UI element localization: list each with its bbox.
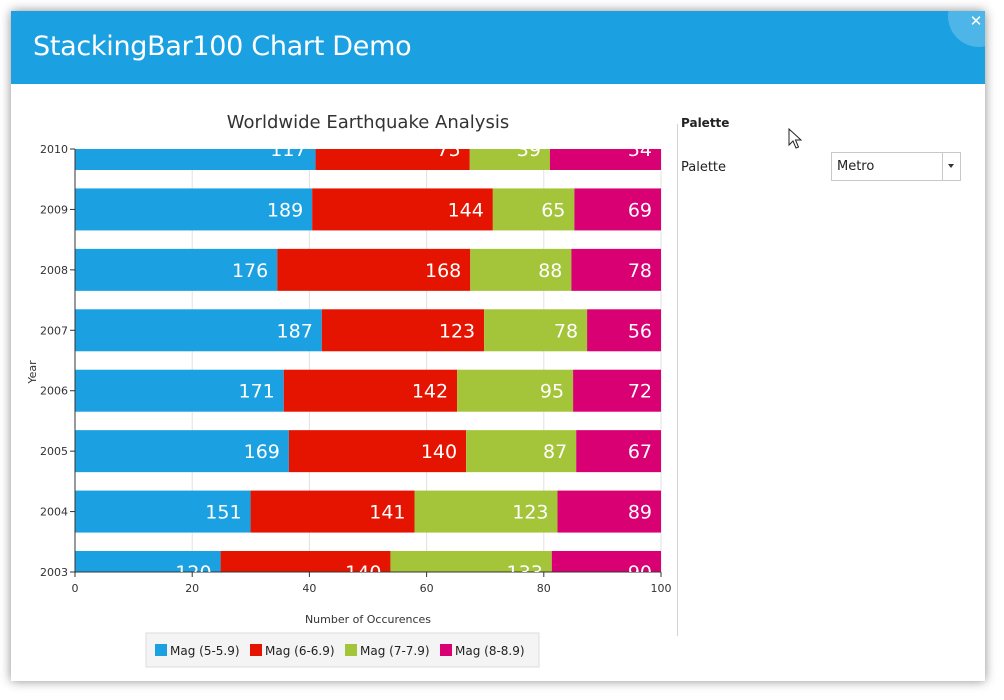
- legend-swatch: [345, 644, 357, 656]
- demo-window: StackingBar100 Chart Demo ✕ 0 20 40 60 80 100…: [11, 11, 985, 681]
- mouse-pointer-icon: [788, 128, 802, 149]
- y-tick-label: 2008: [40, 264, 68, 277]
- chart-title: Worldwide Earthquake Analysis: [227, 112, 509, 133]
- y-axis-title: Year: [26, 360, 39, 385]
- legend-swatch: [250, 644, 262, 656]
- palette-label: Palette: [681, 160, 727, 175]
- bar-value-label: 95: [540, 381, 564, 403]
- y-tick-label: 2005: [40, 445, 68, 458]
- panel-divider: [677, 124, 678, 636]
- bar-value-label: 151: [205, 502, 241, 524]
- bar-value-label: 133: [507, 562, 543, 584]
- x-axis-title: Number of Occurences: [305, 613, 431, 626]
- y-tick-label: 2010: [40, 143, 68, 156]
- bar-value-label: 78: [628, 260, 652, 282]
- bar-value-label: 168: [425, 260, 461, 282]
- y-tick-label: 2003: [40, 566, 68, 579]
- bar-value-label: 140: [421, 441, 457, 463]
- bar-value-label: 142: [412, 381, 448, 403]
- bar-value-label: 189: [267, 199, 303, 221]
- y-tick-label: 2009: [40, 203, 68, 216]
- bar-value-label: 169: [244, 441, 280, 463]
- close-button[interactable]: ✕: [948, 11, 985, 47]
- palette-selected-value: Metro: [837, 159, 875, 174]
- chart-area: 0 20 40 60 80 100 2003 2004 2005 2006 2007 2008 2009…: [11, 84, 676, 681]
- bar-value-label: 56: [628, 320, 652, 342]
- y-tick-label: 2006: [40, 385, 68, 398]
- bar-value-label: 90: [628, 562, 652, 584]
- bar-value-label: 67: [628, 441, 652, 463]
- bar-value-label: 187: [277, 320, 313, 342]
- legend-label: Mag (6-6.9): [265, 644, 335, 658]
- settings-header: Palette: [681, 116, 730, 130]
- x-tick-label: 80: [537, 582, 551, 595]
- legend-label: Mag (8-8.9): [455, 644, 525, 658]
- legend-label: Mag (7-7.9): [360, 644, 430, 658]
- legend-label: Mag (5-5.9): [170, 644, 240, 658]
- y-tick-label: 2004: [40, 506, 68, 519]
- x-tick-label: 20: [185, 582, 199, 595]
- bar-value-label: 54: [628, 139, 652, 161]
- bar-value-label: 89: [628, 502, 652, 524]
- palette-dropdown[interactable]: Metro: [831, 152, 961, 181]
- bar-value-label: 140: [345, 562, 381, 584]
- close-icon: ✕: [969, 12, 983, 30]
- bars: [75, 149, 661, 572]
- legend-swatch: [440, 644, 452, 656]
- x-tick-label: 0: [72, 582, 79, 595]
- bar-value-label: 123: [512, 502, 548, 524]
- bar-value-label: 141: [369, 502, 405, 524]
- bar-value-label: 176: [232, 260, 268, 282]
- bar-value-label: 78: [554, 320, 578, 342]
- y-tick-label: 2007: [40, 324, 68, 337]
- bar-value-label: 87: [543, 441, 567, 463]
- bar-value-label: 65: [541, 199, 565, 221]
- chevron-down-icon: [948, 164, 954, 168]
- bar-value-label: 69: [628, 199, 652, 221]
- bar-value-label: 39: [517, 139, 541, 161]
- bar-value-label: 171: [238, 381, 274, 403]
- x-tick-label: 60: [420, 582, 434, 595]
- legend-swatch: [155, 644, 167, 656]
- window-title: StackingBar100 Chart Demo: [33, 31, 412, 62]
- bar-value-label: 88: [538, 260, 562, 282]
- bar-value-label: 117: [270, 139, 306, 161]
- bar-value-label: 75: [437, 139, 461, 161]
- x-tick-label: 40: [302, 582, 316, 595]
- bar-value-label: 120: [175, 562, 211, 584]
- x-tick-label: 100: [651, 582, 672, 595]
- bar-value-label: 144: [448, 199, 484, 221]
- stacked-bar-chart: 0 20 40 60 80 100 2003 2004 2005 2006 2007 2008 2009…: [26, 112, 672, 668]
- title-bar: StackingBar100 Chart Demo ✕: [11, 11, 985, 84]
- bar-value-label: 123: [439, 320, 475, 342]
- legend: Mag (5-5.9) Mag (6-6.9) Mag (7-7.9) Mag (8-…: [145, 632, 540, 668]
- bar-value-label: 72: [628, 381, 652, 403]
- dropdown-separator: [942, 153, 943, 180]
